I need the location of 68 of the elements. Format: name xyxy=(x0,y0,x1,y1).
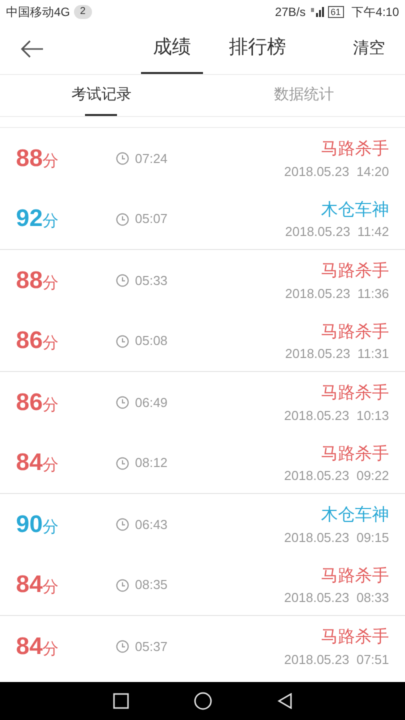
header-tab[interactable]: 排行榜 xyxy=(217,24,298,74)
rank-title: 马路杀手 xyxy=(321,442,389,464)
home-icon[interactable] xyxy=(194,692,212,710)
clock-icon xyxy=(116,456,129,470)
date-text: 2018.05.23 07:51 xyxy=(284,650,389,668)
score-value: 84 xyxy=(16,448,43,478)
score-unit: 分 xyxy=(42,152,59,172)
carrier-label: 中国移动4G xyxy=(6,4,70,21)
duration-text: 05:07 xyxy=(135,210,168,228)
score-unit: 分 xyxy=(42,457,59,476)
date-text: 2018.05.23 11:42 xyxy=(285,223,389,241)
header-tab[interactable]: 成绩 xyxy=(141,24,203,74)
recent-apps-icon[interactable] xyxy=(112,693,128,709)
duration-text: 08:35 xyxy=(135,576,168,594)
score-unit: 分 xyxy=(42,274,59,294)
date-text: 2018.05.23 08:33 xyxy=(284,589,389,607)
score-value: 84 xyxy=(16,632,43,662)
clock-icon xyxy=(116,640,129,653)
rank-title: 马路杀手 xyxy=(321,260,389,282)
duration-text: 08:12 xyxy=(135,454,168,472)
duration-text: 06:49 xyxy=(135,394,168,412)
score-unit: 分 xyxy=(42,334,59,354)
date-text: 2018.05.23 11:36 xyxy=(285,284,389,302)
battery-level: 61 xyxy=(328,6,344,18)
score-value: 86 xyxy=(16,326,43,356)
clock-icon xyxy=(116,396,129,409)
clock-icon xyxy=(116,152,129,165)
date-text: 2018.05.23 14:20 xyxy=(284,162,389,180)
date-text: 2018.05.23 10:13 xyxy=(284,406,389,424)
clock-icon xyxy=(116,518,129,531)
rank-title: 马路杀手 xyxy=(321,626,389,648)
score-unit: 分 xyxy=(42,518,59,538)
duration-text: 05:37 xyxy=(135,638,168,656)
rank-title: 马路杀手 xyxy=(321,564,389,586)
duration-text: 06:43 xyxy=(135,516,168,534)
rank-title: 马路杀手 xyxy=(321,320,389,342)
score-value: 88 xyxy=(16,144,43,174)
rank-title: 木仓车神 xyxy=(321,504,389,526)
date-text: 2018.05.23 11:31 xyxy=(285,345,389,363)
duration-text: 07:24 xyxy=(135,150,168,168)
network-speed: 27B/s xyxy=(274,4,306,21)
duration-text: 05:33 xyxy=(135,272,168,290)
signal-icon xyxy=(310,7,324,17)
score-value: 92 xyxy=(16,204,43,234)
sub-tab[interactable]: 考试记录 xyxy=(0,75,202,116)
score-value: 88 xyxy=(16,266,43,296)
duration-text: 05:08 xyxy=(135,332,168,350)
clock-icon xyxy=(116,334,129,348)
score-unit: 分 xyxy=(42,640,59,660)
rank-title: 木仓车神 xyxy=(321,198,389,220)
notification-count: 2 xyxy=(74,5,92,19)
score-value: 84 xyxy=(16,570,43,600)
score-unit: 分 xyxy=(42,396,59,416)
clock-icon xyxy=(116,274,129,287)
date-text: 2018.05.23 09:15 xyxy=(284,528,389,546)
back-arrow-icon xyxy=(20,40,44,58)
score-unit: 分 xyxy=(42,579,59,598)
clock-icon xyxy=(116,578,129,592)
clock-icon xyxy=(116,212,129,226)
score-value: 86 xyxy=(16,388,43,418)
clock-time: 下午4:10 xyxy=(352,4,399,21)
score-value: 90 xyxy=(16,510,43,540)
back-icon[interactable] xyxy=(276,693,292,709)
date-text: 2018.05.23 09:22 xyxy=(284,467,389,485)
rank-title: 马路杀手 xyxy=(321,138,389,160)
clear-button[interactable]: 清空 xyxy=(353,37,385,61)
score-unit: 分 xyxy=(42,212,59,232)
rank-title: 马路杀手 xyxy=(321,382,389,404)
